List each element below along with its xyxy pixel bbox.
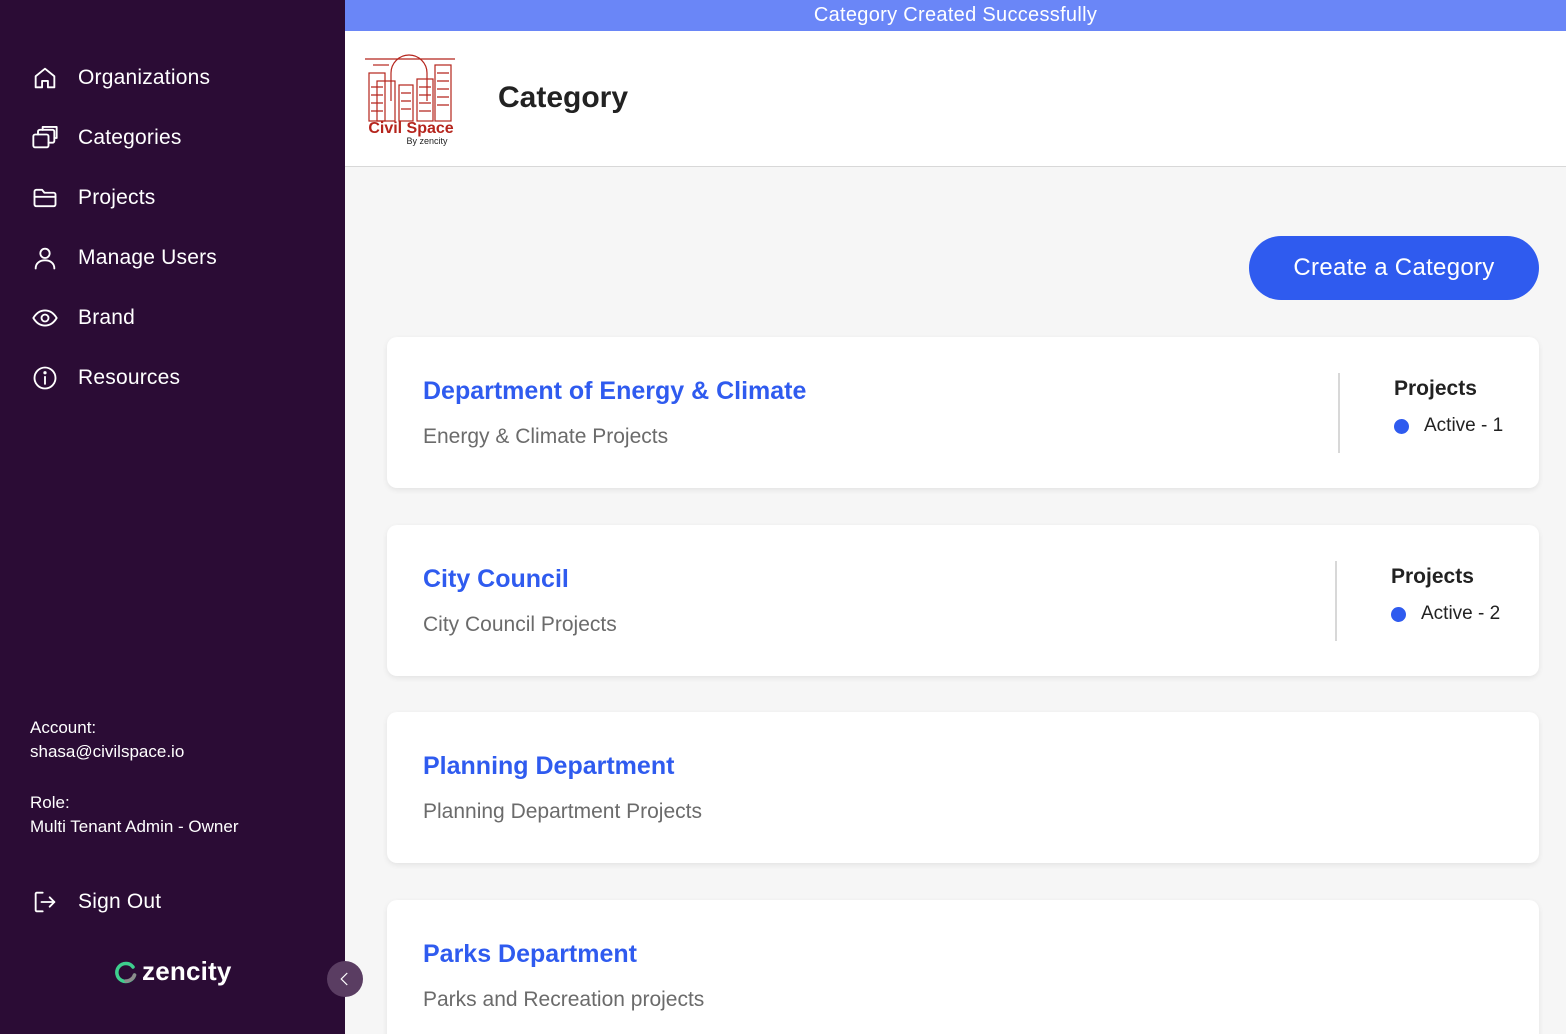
logo-wordmark: Civil Space	[368, 120, 453, 137]
page-header: Civil Space By zencity Category	[345, 31, 1566, 167]
sign-out-button[interactable]: Sign Out	[0, 872, 345, 932]
projects-title: Projects	[1394, 377, 1477, 400]
role-label: Role:	[30, 793, 70, 812]
home-icon	[30, 63, 60, 93]
create-category-button[interactable]: Create a Category	[1249, 236, 1539, 300]
category-name[interactable]: Department of Energy & Climate	[423, 377, 806, 406]
category-description: City Council Projects	[423, 613, 617, 636]
sidebar-item-label: Brand	[78, 306, 136, 329]
sidebar-item-resources[interactable]: Resources	[0, 348, 345, 408]
info-icon	[30, 363, 60, 393]
category-card: City Council City Council Projects Proje…	[387, 525, 1539, 676]
active-count: Active - 1	[1424, 415, 1504, 436]
account-info: Account: shasa@civilspace.io Role: Multi…	[30, 716, 239, 866]
sidebar-item-label: Manage Users	[78, 246, 217, 269]
account-label: Account:	[30, 718, 97, 737]
folder-icon	[30, 183, 60, 213]
chevron-left-icon	[340, 972, 348, 986]
sidebar-item-projects[interactable]: Projects	[0, 168, 345, 228]
sign-out-label: Sign Out	[78, 890, 162, 913]
status-dot-icon	[1391, 606, 1406, 622]
card-divider	[1335, 561, 1337, 641]
user-icon	[30, 243, 60, 273]
projects-summary: Projects Active - 2	[1391, 565, 1500, 625]
success-toast: Category Created Successfully	[345, 0, 1566, 31]
sidebar: Organizations Categories Projects Manage…	[0, 0, 345, 1034]
projects-summary: Projects Active - 1	[1394, 377, 1503, 437]
zencity-logo-mark-icon	[115, 961, 137, 983]
category-name[interactable]: Parks Department	[423, 940, 637, 969]
active-count: Active - 2	[1421, 603, 1501, 624]
collapse-sidebar-button[interactable]	[327, 961, 363, 997]
zencity-wordmark: zencity	[142, 956, 232, 986]
category-card: Parks Department Parks and Recreation pr…	[387, 900, 1539, 1034]
sidebar-item-label: Projects	[78, 186, 156, 209]
sign-out-icon	[30, 887, 60, 917]
civil-space-logo: Civil Space By zencity	[365, 54, 455, 146]
sidebar-item-label: Organizations	[78, 66, 211, 89]
sidebar-item-label: Resources	[78, 366, 181, 389]
active-projects: Active - 1	[1394, 415, 1503, 437]
category-card: Planning Department Planning Department …	[387, 712, 1539, 863]
active-projects: Active - 2	[1391, 603, 1500, 625]
stacked-cards-icon	[30, 123, 60, 153]
category-card: Department of Energy & Climate Energy & …	[387, 337, 1539, 488]
category-name[interactable]: Planning Department	[423, 752, 674, 781]
role-value: Multi Tenant Admin - Owner	[30, 817, 239, 836]
category-description: Planning Department Projects	[423, 800, 702, 823]
sidebar-item-manage-users[interactable]: Manage Users	[0, 228, 345, 288]
eye-icon	[30, 303, 60, 333]
category-description: Energy & Climate Projects	[423, 425, 669, 448]
projects-title: Projects	[1391, 565, 1474, 588]
status-dot-icon	[1394, 418, 1409, 434]
sidebar-item-brand[interactable]: Brand	[0, 288, 345, 348]
sidebar-item-organizations[interactable]: Organizations	[0, 48, 345, 108]
page-title: Category	[498, 81, 629, 114]
card-divider	[1338, 373, 1340, 453]
category-description: Parks and Recreation projects	[423, 988, 705, 1011]
sidebar-item-label: Categories	[78, 126, 182, 149]
logo-subtitle: By zencity	[406, 136, 448, 146]
sidebar-nav: Organizations Categories Projects Manage…	[0, 48, 345, 408]
category-name[interactable]: City Council	[423, 565, 569, 594]
sidebar-item-categories[interactable]: Categories	[0, 108, 345, 168]
account-email: shasa@civilspace.io	[30, 742, 185, 761]
zencity-logo: zencity	[114, 956, 232, 987]
